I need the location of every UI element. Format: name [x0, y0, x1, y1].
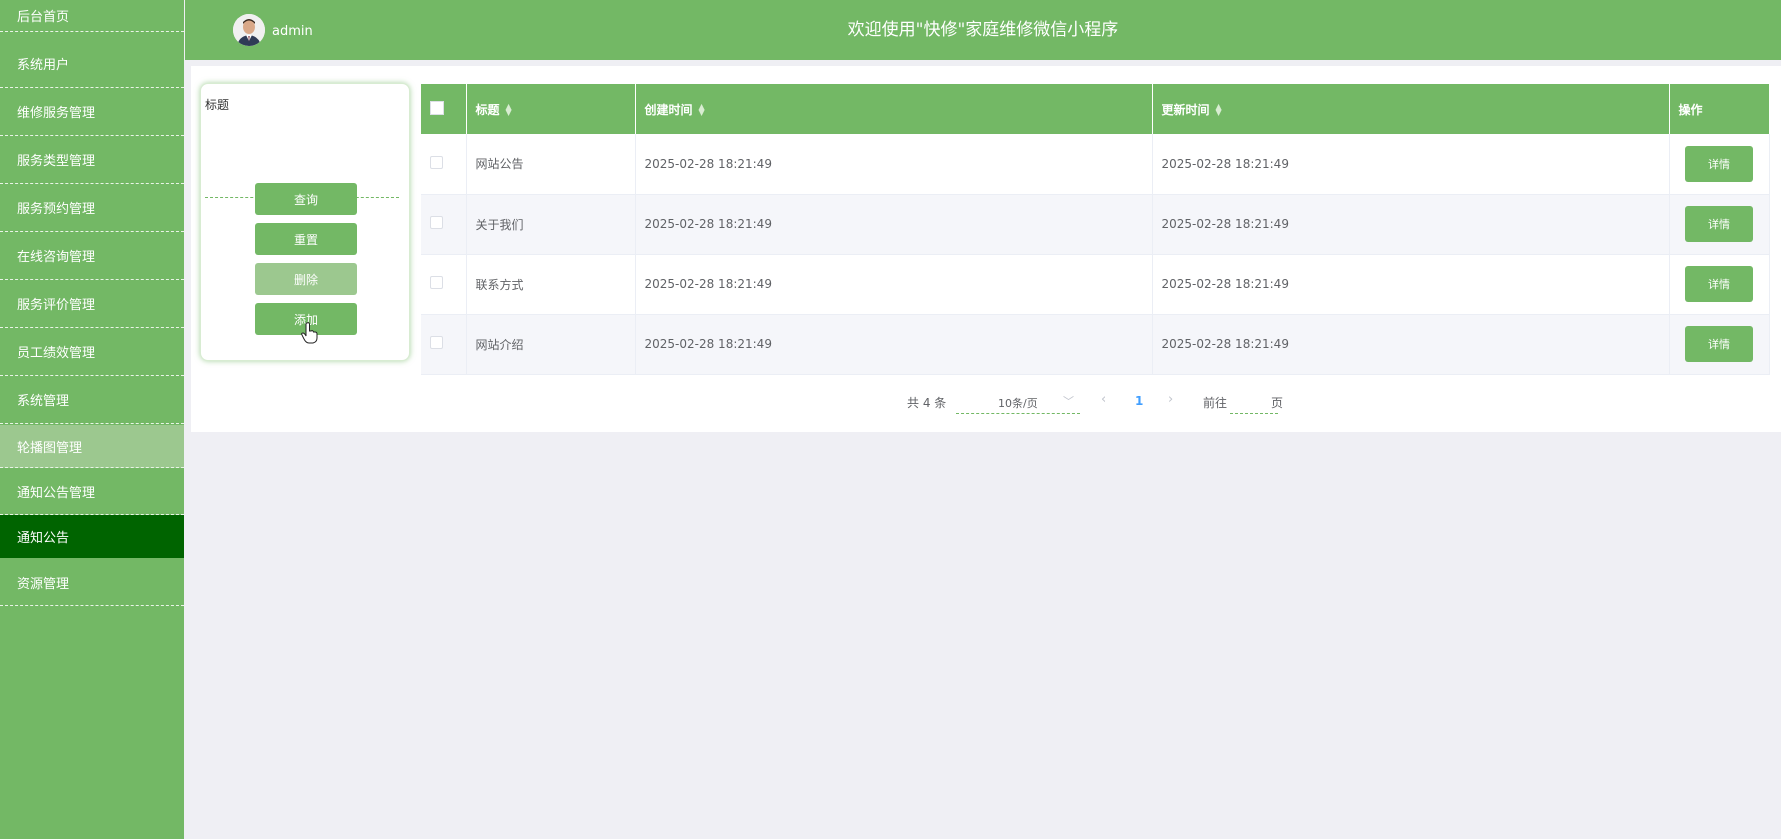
sort-caret-icon[interactable]: ▲ ▼: [1216, 103, 1222, 117]
sidebar-item-service-review[interactable]: 服务评价管理: [0, 280, 184, 328]
cell-created: 2025-02-28 18:21:49: [635, 254, 1153, 315]
sidebar-item-label: 服务预约管理: [17, 202, 96, 217]
page-size-select[interactable]: 10条/页 ﹀: [956, 390, 1080, 414]
cell-title: 网站介绍: [466, 314, 636, 375]
sidebar-item-label: 通知公告管理: [17, 485, 96, 501]
page-title: 欢迎使用"快修"家庭维修微信小程序: [847, 20, 1119, 40]
cell-created: 2025-02-28 18:21:49: [635, 314, 1153, 375]
sidebar-item-system-users[interactable]: 系统用户: [0, 40, 184, 88]
column-header-created[interactable]: 创建时间 ▲ ▼: [635, 84, 1153, 134]
sidebar-item-label: 资源管理: [17, 576, 70, 592]
sort-caret-icon[interactable]: ▲ ▼: [506, 103, 512, 117]
next-page-icon[interactable]: ›: [1168, 392, 1173, 407]
sidebar-item-service-booking[interactable]: 服务预约管理: [0, 184, 184, 232]
cell-updated: 2025-02-28 18:21:49: [1152, 314, 1670, 375]
page-size-value: 10条/页: [998, 397, 1038, 410]
hand-pointer-icon: [301, 322, 318, 344]
sidebar-item-label: 系统管理: [17, 394, 70, 409]
sidebar-item-label: 员工绩效管理: [17, 346, 96, 361]
pagination-total: 共 4 条: [907, 396, 947, 410]
detail-button[interactable]: 详情: [1685, 206, 1753, 242]
detail-button[interactable]: 详情: [1685, 326, 1753, 362]
sidebar-item-label: 通知公告: [17, 531, 70, 546]
row-checkbox[interactable]: [430, 276, 443, 289]
table-row: 关于我们 2025-02-28 18:21:49 2025-02-28 18:2…: [421, 194, 1770, 255]
sidebar-item-online-consult[interactable]: 在线咨询管理: [0, 232, 184, 280]
cell-title: 联系方式: [466, 254, 636, 315]
sidebar: 后台首页 系统用户 维修服务管理 服务类型管理 服务预约管理 在线咨询管理 服务…: [0, 0, 184, 839]
cell-title: 网站公告: [466, 134, 636, 195]
sidebar-item-carousel[interactable]: 轮播图管理: [0, 425, 184, 468]
select-all-checkbox[interactable]: [430, 100, 444, 115]
sidebar-item-label: 在线咨询管理: [17, 250, 96, 265]
sidebar-item-notice[interactable]: 通知公告: [0, 515, 184, 558]
sidebar-item-label: 后台首页: [17, 10, 70, 25]
select-all-cell: [421, 84, 467, 134]
sidebar-item-staff-performance[interactable]: 员工绩效管理: [0, 328, 184, 376]
table-row: 联系方式 2025-02-28 18:21:49 2025-02-28 18:2…: [421, 254, 1770, 315]
page-unit-label: 页: [1271, 396, 1284, 410]
query-button[interactable]: 查询: [255, 183, 357, 215]
cell-updated: 2025-02-28 18:21:49: [1152, 254, 1670, 315]
delete-button[interactable]: 删除: [255, 263, 357, 295]
sidebar-item-label: 轮播图管理: [17, 440, 83, 456]
sidebar-item-system-management[interactable]: 系统管理: [0, 376, 184, 424]
sidebar-item-label: 系统用户: [17, 58, 70, 73]
sort-caret-icon[interactable]: ▲ ▼: [699, 103, 705, 117]
reset-button[interactable]: 重置: [255, 223, 357, 255]
row-checkbox[interactable]: [430, 336, 443, 349]
search-card: 标题 查询 重置 删除 添加: [200, 83, 410, 361]
detail-button[interactable]: 详情: [1685, 266, 1753, 302]
cell-updated: 2025-02-28 18:21:49: [1152, 194, 1670, 255]
table-row: 网站介绍 2025-02-28 18:21:49 2025-02-28 18:2…: [421, 314, 1770, 375]
notice-table: 标题 ▲ ▼ 创建时间 ▲ ▼ 更新时间 ▲ ▼ 操作 网站公告 2025-02-28 18…: [421, 84, 1770, 375]
detail-button[interactable]: 详情: [1685, 145, 1753, 182]
page-number[interactable]: 1: [1135, 394, 1143, 408]
chevron-down-icon: ﹀: [1063, 395, 1074, 408]
sidebar-item-notice-management[interactable]: 通知公告管理: [0, 468, 184, 515]
goto-label: 前往: [1203, 396, 1228, 410]
cell-title: 关于我们: [466, 194, 636, 255]
column-header-title[interactable]: 标题 ▲ ▼: [466, 84, 636, 134]
row-checkbox[interactable]: [430, 216, 443, 229]
sidebar-item-home[interactable]: 后台首页: [0, 0, 184, 32]
sidebar-item-service-type[interactable]: 服务类型管理: [0, 136, 184, 184]
cell-created: 2025-02-28 18:21:49: [635, 134, 1153, 195]
row-checkbox[interactable]: [430, 155, 443, 169]
sidebar-item-repair-service[interactable]: 维修服务管理: [0, 88, 184, 136]
top-header: admin 欢迎使用"快修"家庭维修微信小程序: [185, 0, 1781, 60]
prev-page-icon[interactable]: ‹: [1101, 392, 1106, 407]
column-header-updated[interactable]: 更新时间 ▲ ▼: [1152, 84, 1670, 134]
table-row: 网站公告 2025-02-28 18:21:49 2025-02-28 18:2…: [421, 134, 1770, 195]
cell-created: 2025-02-28 18:21:49: [635, 194, 1153, 255]
sidebar-item-label: 维修服务管理: [17, 106, 96, 121]
cell-updated: 2025-02-28 18:21:49: [1152, 134, 1670, 195]
sidebar-item-resource-management[interactable]: 资源管理: [0, 559, 184, 606]
sidebar-item-label: 服务评价管理: [17, 298, 96, 313]
table-header-row: 标题 ▲ ▼ 创建时间 ▲ ▼ 更新时间 ▲ ▼ 操作: [421, 84, 1770, 134]
sidebar-item-label: 服务类型管理: [17, 154, 96, 169]
title-filter-label: 标题: [205, 98, 230, 112]
column-header-action: 操作: [1669, 84, 1770, 134]
